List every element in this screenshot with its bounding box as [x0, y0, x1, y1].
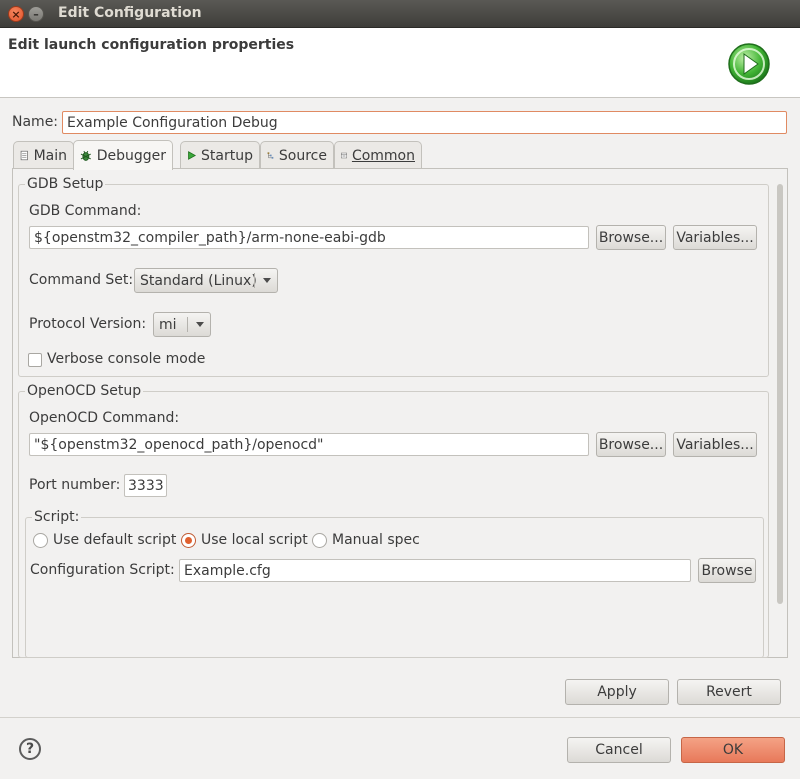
configuration-script-input[interactable] [179, 559, 691, 582]
help-icon[interactable]: ? [19, 738, 41, 760]
run-launch-icon [728, 43, 770, 85]
gdb-variables-button[interactable]: Variables... [673, 225, 757, 250]
command-set-value: Standard (Linux) [140, 272, 257, 289]
chevron-down-icon [263, 278, 271, 283]
configuration-name-input[interactable] [62, 111, 787, 134]
chevron-down-icon [196, 322, 204, 327]
verbose-console-checkbox[interactable] [28, 353, 42, 367]
common-icon [341, 152, 347, 159]
use-local-script-label: Use local script [201, 532, 308, 548]
use-default-script-label: Use default script [53, 532, 177, 548]
tab-startup[interactable]: Startup [180, 141, 260, 169]
command-set-select[interactable]: Standard (Linux) [134, 268, 278, 293]
script-browse-button[interactable]: Browse [698, 558, 756, 583]
debugger-bug-icon [80, 150, 91, 161]
close-window-button[interactable]: × [8, 6, 24, 22]
cancel-button[interactable]: Cancel [567, 737, 671, 763]
openocd-command-label: OpenOCD Command: [29, 410, 180, 426]
protocol-version-select[interactable]: mi [153, 312, 211, 337]
openocd-setup-legend: OpenOCD Setup [27, 383, 142, 399]
vertical-scrollbar[interactable] [774, 184, 786, 604]
tab-common-label: Common [351, 147, 415, 164]
minimize-window-button[interactable]: – [28, 6, 44, 22]
title-bar: × – Edit Configuration [0, 0, 800, 28]
tab-common[interactable]: Common [334, 141, 422, 169]
combo-separator [254, 273, 255, 288]
main-tab-icon [20, 150, 28, 161]
openocd-variables-button[interactable]: Variables... [673, 432, 757, 457]
configuration-script-label: Configuration Script: [30, 562, 175, 578]
tab-debugger-label: Debugger [96, 147, 166, 164]
script-legend: Script: [34, 509, 80, 525]
gdb-setup-legend: GDB Setup [27, 176, 104, 192]
tab-main[interactable]: Main [13, 141, 74, 169]
port-number-input[interactable] [124, 474, 167, 497]
protocol-version-value: mi [159, 316, 177, 333]
startup-play-icon [188, 151, 197, 160]
bottom-separator [0, 717, 800, 718]
openocd-browse-button[interactable]: Browse... [596, 432, 666, 457]
verbose-console-label: Verbose console mode [47, 351, 206, 367]
tab-startup-label: Startup [201, 147, 253, 164]
tab-source-label: Source [278, 147, 327, 164]
revert-button[interactable]: Revert [677, 679, 781, 705]
command-set-label: Command Set: [29, 272, 134, 288]
use-default-script-radio[interactable] [33, 533, 48, 548]
manual-spec-label: Manual spec [332, 532, 420, 548]
ok-button[interactable]: OK [681, 737, 785, 763]
manual-spec-radio[interactable] [312, 533, 327, 548]
apply-button[interactable]: Apply [565, 679, 669, 705]
gdb-browse-button[interactable]: Browse... [596, 225, 666, 250]
tab-source[interactable]: Source [260, 141, 334, 169]
openocd-command-input[interactable] [29, 433, 589, 456]
header-title: Edit launch configuration properties [8, 37, 295, 53]
scrollbar-thumb[interactable] [777, 184, 783, 604]
gdb-command-label: GDB Command: [29, 203, 142, 219]
name-label: Name: [12, 114, 59, 130]
source-icon [267, 152, 274, 159]
port-number-label: Port number: [29, 477, 121, 493]
dialog-header: Edit launch configuration properties [0, 28, 800, 98]
use-local-script-radio[interactable] [181, 533, 196, 548]
tab-debugger[interactable]: Debugger [73, 140, 173, 170]
protocol-version-label: Protocol Version: [29, 316, 147, 332]
gdb-command-input[interactable] [29, 226, 589, 249]
combo-separator [187, 317, 188, 332]
tab-main-label: Main [33, 147, 67, 164]
window-title: Edit Configuration [58, 5, 202, 21]
